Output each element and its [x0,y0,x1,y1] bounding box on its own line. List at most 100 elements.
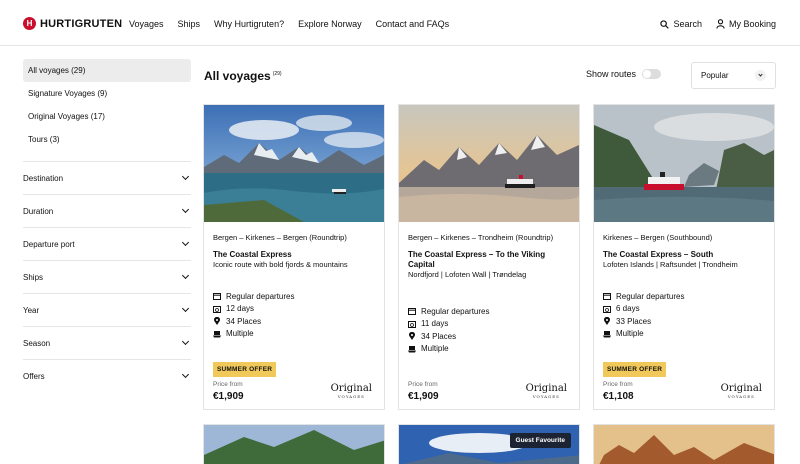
voyage-card[interactable] [593,424,775,464]
voyage-name: The Coastal Express – South [603,250,714,259]
filter-year[interactable]: Year [23,293,191,326]
hurtigruten-logo[interactable]: H HURTIGRUTEN [23,17,122,30]
my-booking-button[interactable]: My Booking [716,19,776,29]
category-original-voyages[interactable]: Original Voyages (17) [23,105,191,128]
page-title-text: All voyages [204,69,271,83]
voyage-card[interactable]: Bergen – Kirkenes – Bergen (Roundtrip) T… [203,104,385,410]
brand-subtext: VOYAGES [727,394,755,399]
voyage-card[interactable]: Kirkenes – Bergen (Southbound) The Coast… [593,104,775,410]
price-from-label: Price from [408,381,438,388]
filter-label: Destination [23,173,64,183]
voyage-image [399,105,579,222]
calendar-clock-icon [213,305,221,313]
nav-ships[interactable]: Ships [178,19,201,29]
category-signature-voyages[interactable]: Signature Voyages (9) [23,82,191,105]
filter-label: Year [23,305,40,315]
feature-label: 11 days [421,319,449,329]
voyage-title: The Coastal Express Iconic route with bo… [213,250,378,270]
header-actions: Search My Booking [646,19,776,29]
feature-departures: Regular departures [603,290,763,303]
voyage-route: Bergen – Kirkenes – Trondheim (Roundtrip… [408,233,554,242]
feature-ships: Multiple [603,328,763,341]
logo-mark-icon: H [23,17,36,30]
search-icon [660,19,670,29]
my-booking-label: My Booking [728,19,776,29]
nav-contact-faqs[interactable]: Contact and FAQs [376,19,450,29]
guest-favourite-badge: Guest Favourite [509,433,571,448]
calendar-icon [603,293,611,301]
search-button[interactable]: Search [660,19,702,29]
feature-label: 12 days [226,304,255,314]
summer-offer-badge: SUMMER OFFER [603,362,667,377]
category-all-voyages[interactable]: All voyages (29) [23,59,191,82]
filter-offers[interactable]: Offers [23,359,191,392]
brand-subtext: VOYAGES [532,394,560,399]
voyage-card[interactable]: Guest Favourite [398,424,580,464]
filter-label: Departure port [23,239,75,249]
voyage-subtitle: Iconic route with bold fjords & mountain… [213,260,348,269]
voyage-image [204,425,384,464]
voyage-route: Bergen – Kirkenes – Bergen (Roundtrip) [213,233,347,242]
voyage-route: Kirkenes – Bergen (Southbound) [603,233,713,242]
show-routes-label: Show routes [586,69,637,79]
nav-why-hurtigruten[interactable]: Why Hurtigruten? [214,19,284,29]
calendar-clock-icon [408,320,416,328]
ship-icon [213,330,221,338]
voyage-image [594,105,774,222]
ship-icon [603,330,611,338]
filter-duration[interactable]: Duration [23,194,191,227]
voyage-features: Regular departures 12 days 34 Places Mul… [213,290,373,340]
feature-duration: 6 days [603,303,763,316]
show-routes-toggle[interactable] [642,69,662,79]
results-header: All voyages (29) Show routes Popular [204,62,776,90]
calendar-icon [213,293,221,301]
category-tours[interactable]: Tours (3) [23,128,191,151]
feature-duration: 12 days [213,303,373,316]
user-icon [716,19,725,29]
feature-places: 34 Places [408,330,568,343]
filter-departure-port[interactable]: Departure port [23,227,191,260]
filter-destination[interactable]: Destination [23,161,191,194]
summer-offer-badge: SUMMER OFFER [213,362,277,377]
feature-label: Multiple [421,344,449,354]
chevron-down-icon [181,370,190,379]
show-routes-control: Show routes [586,69,662,79]
filter-season[interactable]: Season [23,326,191,359]
feature-label: Multiple [616,329,644,339]
feature-duration: 11 days [408,318,568,331]
page-title: All voyages (29) [204,69,282,83]
chevron-down-icon [181,304,190,313]
voyage-features: Regular departures 6 days 33 Places Mult… [603,290,763,340]
location-pin-icon [409,332,415,341]
voyage-price: €1,108 [603,391,634,402]
voyage-card[interactable]: Bergen – Kirkenes – Trondheim (Roundtrip… [398,104,580,410]
feature-departures: Regular departures [213,290,373,303]
feature-label: Multiple [226,329,254,339]
feature-label: 6 days [616,304,640,314]
chevron-down-icon [181,205,190,214]
chevron-down-icon [181,238,190,247]
nav-explore-norway[interactable]: Explore Norway [298,19,362,29]
voyage-card[interactable] [203,424,385,464]
site-header: H HURTIGRUTEN Voyages Ships Why Hurtigru… [0,0,800,46]
filter-list: Destination Duration Departure port Ship… [23,161,191,392]
filter-label: Offers [23,371,45,381]
results-count: (29) [272,71,282,77]
chevron-down-icon [181,172,190,181]
filter-ships[interactable]: Ships [23,260,191,293]
feature-ships: Multiple [213,328,373,341]
feature-label: Regular departures [616,291,685,301]
filter-label: Ships [23,272,44,282]
main-nav: Voyages Ships Why Hurtigruten? Explore N… [129,19,463,29]
voyage-name: The Coastal Express – To the Viking Capi… [408,250,546,269]
calendar-clock-icon [603,305,611,313]
voyage-price: €1,909 [213,391,244,402]
voyage-features: Regular departures 11 days 34 Places Mul… [408,305,568,355]
calendar-icon [408,308,416,316]
location-pin-icon [214,317,220,326]
nav-voyages[interactable]: Voyages [129,19,164,29]
feature-ships: Multiple [408,343,568,356]
brand-subtext: VOYAGES [337,394,365,399]
original-voyages-logo: Original VOYAGES [331,384,372,401]
sort-select[interactable]: Popular [691,62,776,89]
